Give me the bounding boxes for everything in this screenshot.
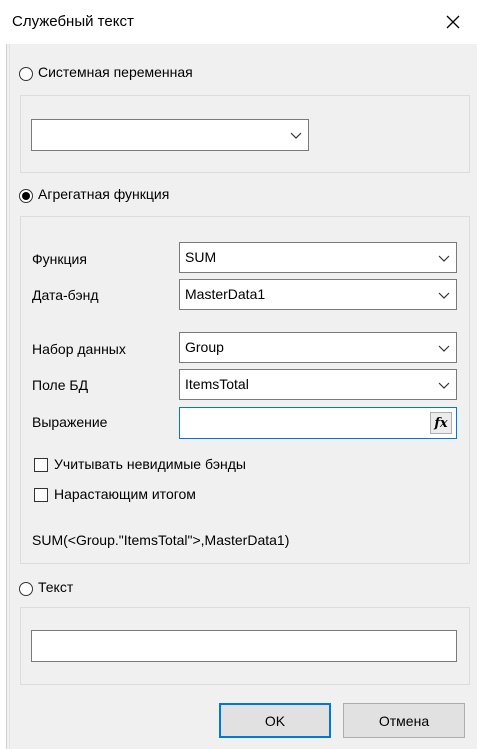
close-icon: [446, 15, 460, 29]
dataset-value: Group: [185, 339, 224, 355]
cancel-button[interactable]: Отмена: [343, 703, 465, 738]
function-label: Функция: [32, 251, 87, 267]
dataset-combo[interactable]: Group: [179, 332, 457, 363]
radio-aggregate-function[interactable]: [19, 189, 33, 203]
close-button[interactable]: [433, 6, 473, 38]
count-invisible-label[interactable]: Учитывать невидимые бэнды: [54, 456, 246, 472]
system-variable-combo[interactable]: [31, 119, 309, 151]
function-value: SUM: [185, 249, 217, 265]
databand-value: MasterData1: [185, 286, 266, 302]
radio-system-variable[interactable]: [19, 67, 33, 81]
system-variable-label[interactable]: Системная переменная: [38, 64, 193, 80]
chevron-down-icon: [438, 382, 450, 389]
running-total-label[interactable]: Нарастающим итогом: [54, 486, 196, 502]
radio-text[interactable]: [19, 582, 33, 596]
text-option-label[interactable]: Текст: [38, 579, 73, 595]
databand-label: Дата-бэнд: [32, 287, 99, 303]
chevron-down-icon: [438, 255, 450, 262]
running-total-checkbox[interactable]: [34, 488, 48, 502]
aggregate-function-label[interactable]: Агрегатная функция: [38, 186, 169, 202]
db-field-value: ItemsTotal: [185, 376, 249, 392]
dialog-title: Служебный текст: [12, 13, 134, 30]
window-edge: [0, 44, 7, 749]
aggregate-result-text: SUM(<Group."ItemsTotal">,MasterData1): [32, 532, 290, 548]
expression-label: Выражение: [32, 414, 108, 430]
function-combo[interactable]: SUM: [179, 242, 457, 273]
fx-label: fx: [434, 415, 448, 431]
ok-button[interactable]: OK: [219, 703, 331, 738]
db-field-combo[interactable]: ItemsTotal: [179, 369, 457, 400]
databand-combo[interactable]: MasterData1: [179, 279, 457, 310]
dataset-label: Набор данных: [32, 341, 126, 357]
expression-input[interactable]: [179, 407, 457, 439]
chevron-down-icon: [290, 132, 302, 139]
chevron-down-icon: [438, 345, 450, 352]
text-input[interactable]: [31, 630, 457, 662]
db-field-label: Поле БД: [32, 377, 89, 393]
chevron-down-icon: [438, 292, 450, 299]
window-edge-line: [9, 44, 10, 749]
count-invisible-checkbox[interactable]: [34, 458, 48, 472]
function-icon[interactable]: fx: [430, 412, 452, 434]
